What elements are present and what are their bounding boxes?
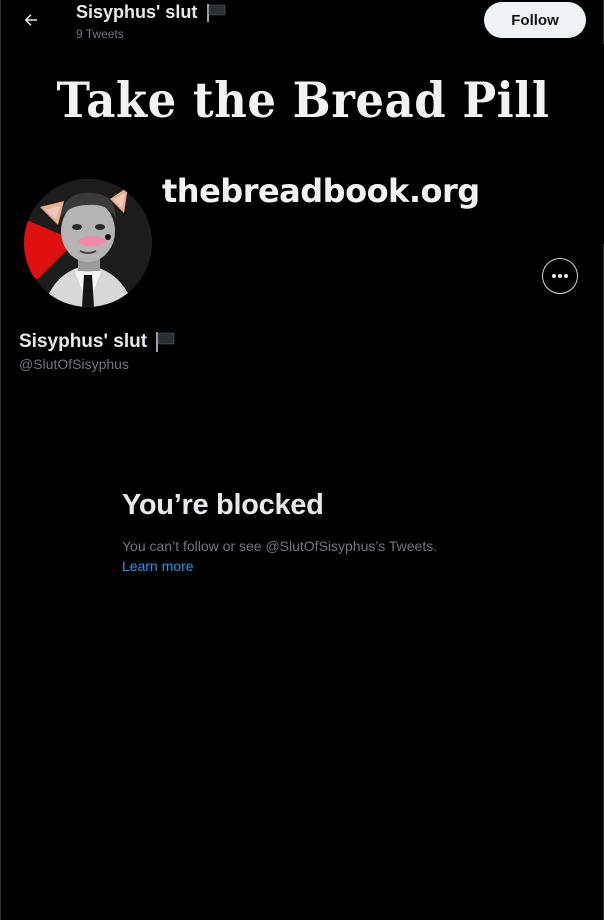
- avatar[interactable]: [21, 176, 155, 310]
- profile-handle: @SlutOfSisyphus: [19, 356, 129, 372]
- back-button[interactable]: [15, 4, 47, 36]
- profile-display-name: Sisyphus' slut: [19, 331, 176, 353]
- blocked-title: You’re blocked: [122, 489, 324, 521]
- avatar-image: [24, 179, 152, 307]
- black-flag-icon: [156, 332, 175, 352]
- more-options-button[interactable]: [542, 258, 578, 294]
- tweet-count: 9 Tweets: [76, 27, 124, 41]
- follow-button[interactable]: Follow: [484, 2, 586, 38]
- top-bar: Sisyphus' slut 9 Tweets Follow: [1, 0, 604, 44]
- back-arrow-icon: [24, 14, 37, 26]
- learn-more-link[interactable]: Learn more: [122, 556, 194, 576]
- header-display-name: Sisyphus' slut: [76, 2, 198, 22]
- header-title: Sisyphus' slut: [76, 2, 227, 23]
- blocked-message: You can’t follow or see @SlutOfSisyphus’…: [122, 538, 438, 554]
- more-options-icon: [552, 274, 568, 278]
- blocked-notice: You’re blocked You can’t follow or see @…: [122, 489, 522, 576]
- banner-title: Take the Bread Pill: [56, 71, 550, 130]
- page-frame: Sisyphus' slut 9 Tweets Follow Take the …: [0, 0, 604, 920]
- black-flag-icon: [207, 3, 226, 22]
- profile-name-text: Sisyphus' slut: [19, 331, 148, 352]
- banner-url: thebreadbook.org: [162, 172, 480, 210]
